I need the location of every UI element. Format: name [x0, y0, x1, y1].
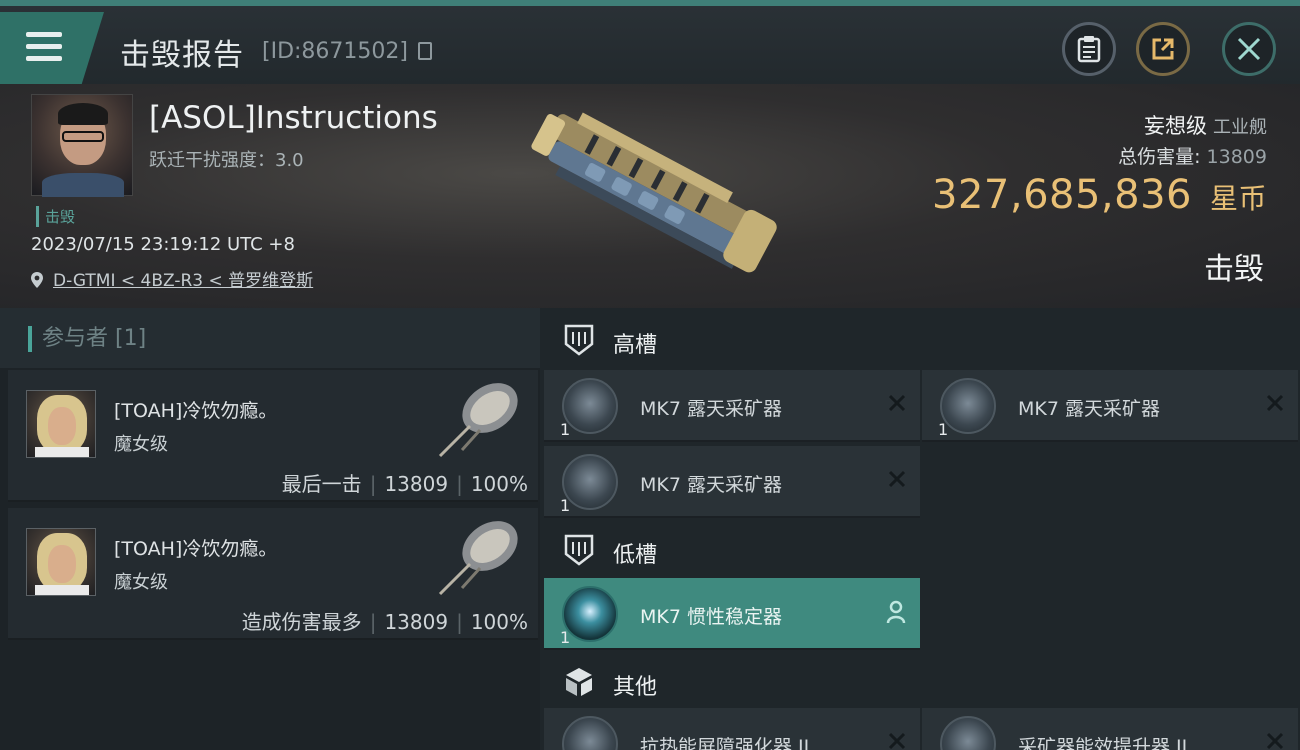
- participant-avatar[interactable]: [26, 390, 96, 458]
- heat-sink-icon: [562, 716, 618, 750]
- other-slot-label: 其他: [613, 675, 658, 700]
- participants-title: 参与者 [1]: [28, 326, 146, 352]
- isk-value: 327,685,836 星币: [932, 172, 1267, 218]
- cube-icon: [566, 668, 592, 696]
- share-icon: [1152, 38, 1174, 60]
- participant-avatar[interactable]: [26, 528, 96, 596]
- report-id: [ID:8671502]: [262, 39, 408, 64]
- module-quantity: 1: [560, 496, 571, 515]
- mining-upgrade-icon: [940, 716, 996, 750]
- module-quantity: 1: [938, 420, 949, 439]
- close-icon: [1237, 37, 1261, 61]
- menu-button[interactable]: [0, 12, 104, 86]
- total-damage-label: 总伤害量:: [1118, 146, 1201, 168]
- module-name: 采矿器能效提升器 II: [1018, 736, 1188, 750]
- module-name: MK7 惯性稳定器: [640, 606, 782, 628]
- participant-stats: 最后一击 | 13809 | 100%: [281, 472, 528, 496]
- remove-icon[interactable]: [886, 392, 908, 414]
- participant-percent: 100%: [470, 610, 528, 634]
- module-name: MK7 露天采矿器: [640, 398, 782, 420]
- total-damage: 总伤害量: 13809: [1118, 142, 1267, 169]
- module-quantity: 1: [560, 420, 571, 439]
- location-pin-icon: [31, 272, 43, 288]
- participant-name: [TOAH]冷饮勿瘾。: [114, 400, 278, 422]
- close-button[interactable]: [1222, 22, 1276, 76]
- isk-unit: 星币: [1209, 182, 1267, 215]
- high-slot-header: 高槽: [540, 308, 1300, 370]
- participant-name: [TOAH]冷饮勿瘾。: [114, 538, 278, 560]
- participant-ship: 魔女级: [114, 434, 168, 455]
- shield-slot-icon: [564, 534, 594, 566]
- low-slot-header: 低槽: [540, 518, 1300, 580]
- remove-icon[interactable]: [1264, 392, 1286, 414]
- victim-ship-image[interactable]: [515, 94, 790, 284]
- participant-card[interactable]: [TOAH]冷饮勿瘾。 魔女级 最后一击 | 13809 | 100%: [8, 370, 538, 502]
- person-icon: [886, 600, 906, 624]
- victim-avatar[interactable]: [31, 94, 133, 197]
- module-item[interactable]: 1 MK7 露天采矿器: [544, 370, 920, 442]
- module-name: 抗热能屏障强化器 II: [640, 736, 810, 750]
- remove-icon[interactable]: [886, 468, 908, 490]
- module-item[interactable]: 1 采矿器能效提升器 II: [922, 708, 1298, 750]
- clipboard-button[interactable]: [1062, 22, 1116, 76]
- shield-slot-icon: [564, 324, 594, 356]
- inertial-stabilizer-icon: [562, 586, 618, 642]
- page-title: 击毁报告: [120, 38, 244, 73]
- participant-ship-image: [438, 383, 518, 458]
- kill-location-link[interactable]: D-GTMI < 4BZ-R3 < 普罗维登斯: [31, 266, 313, 291]
- kill-datetime: 2023/07/15 23:19:12 UTC +8: [31, 234, 295, 255]
- module-name: MK7 露天采矿器: [1018, 398, 1160, 420]
- participant-percent: 100%: [470, 472, 528, 496]
- module-item[interactable]: 1 MK7 露天采矿器: [922, 370, 1298, 442]
- participants-header: 参与者 [1]: [0, 308, 540, 368]
- copy-icon[interactable]: [418, 42, 432, 60]
- victim-name[interactable]: [ASOL]Instructions: [149, 100, 438, 136]
- mining-laser-icon: [562, 378, 618, 434]
- participant-role: 最后一击: [281, 472, 362, 496]
- participant-ship: 魔女级: [114, 572, 168, 593]
- remove-icon[interactable]: [1264, 730, 1286, 750]
- participant-damage: 13809: [384, 610, 449, 634]
- remove-icon[interactable]: [886, 730, 908, 750]
- share-button[interactable]: [1136, 22, 1190, 76]
- kill-status-tag: 击毁: [36, 206, 75, 227]
- participant-damage: 13809: [384, 472, 449, 496]
- participant-card[interactable]: [TOAH]冷饮勿瘾。 魔女级 造成伤害最多 | 13809 | 100%: [8, 508, 538, 640]
- total-damage-value: 13809: [1206, 146, 1267, 168]
- module-item[interactable]: 1 MK7 露天采矿器: [544, 446, 920, 518]
- warp-scramble-strength: 跃迁干扰强度：3.0: [149, 150, 304, 171]
- module-quantity: 1: [560, 628, 571, 647]
- kill-result: 击毁: [1204, 252, 1264, 287]
- location-text: D-GTMI < 4BZ-R3 < 普罗维登斯: [53, 271, 314, 291]
- victim-panel: [ASOL]Instructions 跃迁干扰强度：3.0 击毁 2023/07…: [0, 84, 1300, 308]
- participant-role: 造成伤害最多: [241, 610, 362, 634]
- clipboard-icon: [1077, 36, 1101, 63]
- ship-type: 工业舰: [1213, 117, 1267, 138]
- module-item[interactable]: 1 MK7 惯性稳定器: [544, 578, 920, 650]
- fitting-panel: 高槽 1 MK7 露天采矿器 1 MK7 露天采矿器 1 MK7 露天采矿器 低…: [540, 308, 1300, 750]
- high-slot-label: 高槽: [613, 333, 658, 358]
- module-item[interactable]: 1 抗热能屏障强化器 II: [544, 708, 920, 750]
- low-slot-label: 低槽: [613, 543, 658, 568]
- mining-laser-icon: [940, 378, 996, 434]
- mining-laser-icon: [562, 454, 618, 510]
- ship-name: 妄想级: [1144, 114, 1207, 138]
- participants-panel: 参与者 [1] [TOAH]冷饮勿瘾。 魔女级 最后一击 | 13809 | 100% …: [0, 308, 540, 750]
- module-name: MK7 露天采矿器: [640, 474, 782, 496]
- victim-ship-class: 妄想级 工业舰: [1144, 110, 1267, 140]
- participant-stats: 造成伤害最多 | 13809 | 100%: [241, 610, 528, 634]
- top-bar: 击毁报告 [ID:8671502]: [0, 0, 1300, 86]
- participant-ship-image: [438, 521, 518, 596]
- menu-icon: [26, 32, 62, 68]
- isk-amount: 327,685,836: [932, 172, 1192, 218]
- other-slot-header: 其他: [540, 650, 1300, 712]
